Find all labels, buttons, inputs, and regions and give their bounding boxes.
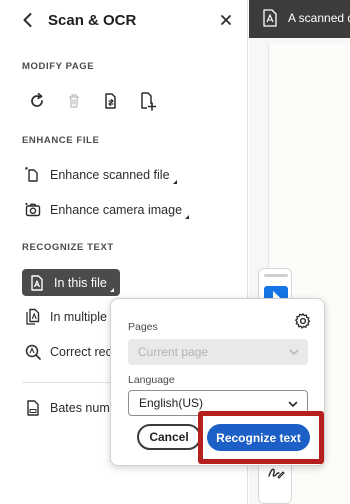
back-arrow-icon[interactable] [18,10,38,30]
insert-page-icon[interactable] [138,91,158,111]
pages-select-value: Current page [138,345,209,359]
in-this-file-item[interactable]: In this file [22,269,120,296]
language-select-value: English(US) [139,396,204,410]
pages-label: Pages [128,321,158,333]
in-multiple-files-label: In multiple f [50,310,114,324]
panel-header: Scan & OCR [0,0,248,40]
document-tab-icon [263,9,277,27]
submenu-corner-icon [109,288,114,292]
chevron-down-icon [288,346,300,358]
section-title-enhance-file: ENHANCE FILE [22,135,100,146]
close-icon[interactable] [216,10,236,30]
document-tab-title[interactable]: A scanned do [288,11,350,25]
enhance-scanned-file-label: Enhance scanned file [50,168,170,182]
text-file-icon [26,272,48,294]
correct-search-icon [22,341,44,363]
camera-image-icon [22,199,44,221]
chevron-down-icon [287,398,299,410]
enhance-camera-image-label: Enhance camera image [50,203,183,217]
scan-document-icon [22,164,44,186]
bates-numbering-item[interactable]: Bates numb [22,395,117,421]
correct-recognized-text-item[interactable]: Correct reco [22,339,119,365]
submenu-corner-icon [172,180,177,184]
section-title-modify-page: MODIFY PAGE [22,61,95,72]
panel-title: Scan & OCR [48,12,137,29]
gear-icon[interactable] [294,312,312,330]
section-title-recognize-text: RECOGNIZE TEXT [22,242,114,253]
correct-recognized-text-label: Correct reco [50,345,119,359]
cancel-button[interactable]: Cancel [137,424,201,450]
language-label: Language [128,374,175,386]
in-multiple-files-item[interactable]: In multiple f [22,304,114,330]
bates-numbering-label: Bates numb [50,401,117,415]
replace-page-icon[interactable] [101,91,121,111]
rail-drag-handle[interactable] [264,274,288,277]
rotate-icon[interactable] [27,91,47,111]
recognize-text-button[interactable]: Recognize text [207,424,310,451]
multiple-files-icon [22,306,44,328]
delete-icon [64,91,84,111]
submenu-corner-icon [185,215,190,219]
bates-icon [22,397,44,419]
pages-select: Current page [128,339,308,365]
in-this-file-label: In this file [54,275,107,290]
enhance-camera-image-item[interactable]: Enhance camera image [22,197,190,223]
enhance-scanned-file-item[interactable]: Enhance scanned file [22,162,177,188]
